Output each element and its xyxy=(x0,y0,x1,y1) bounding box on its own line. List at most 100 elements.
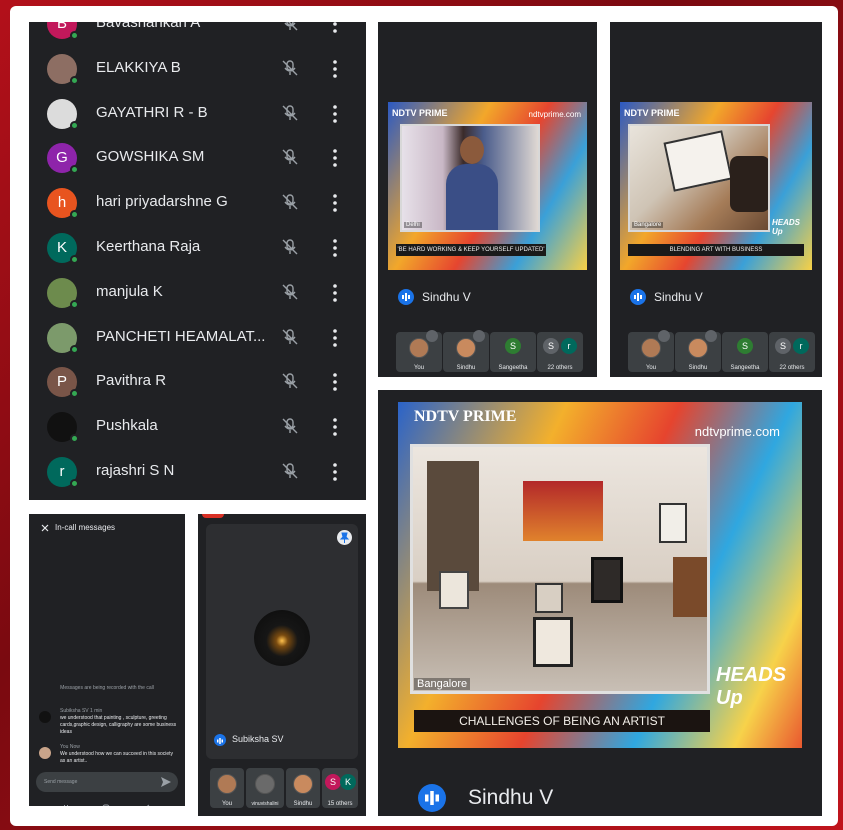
thumb-you[interactable]: You xyxy=(628,330,674,372)
participant-row[interactable]: manjula K xyxy=(29,272,366,317)
more-options-icon[interactable] xyxy=(329,192,341,214)
thumb-others[interactable]: S r 22 others xyxy=(537,332,583,372)
mic-off-icon[interactable] xyxy=(280,147,300,167)
participant-name: Pushkala xyxy=(96,417,158,435)
more-options-icon[interactable] xyxy=(329,371,341,393)
send-icon[interactable] xyxy=(160,776,172,788)
message-sender: Subiksha SV xyxy=(60,708,89,714)
send-message-input[interactable]: Send message xyxy=(36,772,178,792)
location-label: Bangalore xyxy=(414,678,471,690)
participant-row[interactable]: P Pavithra R xyxy=(29,361,366,406)
participant-row[interactable]: r rajashri S N xyxy=(29,451,366,496)
avatar: r xyxy=(47,457,79,488)
show-brand: HEADS Up xyxy=(772,218,801,236)
online-status-dot xyxy=(70,210,79,220)
thumb-vinuvishalini[interactable]: vinuvishalini xyxy=(246,768,284,808)
participant-name: rajashri S N xyxy=(96,462,175,479)
mic-off-icon[interactable] xyxy=(280,371,300,391)
avatar: K xyxy=(340,774,356,790)
participant-video-tile[interactable] xyxy=(206,524,358,759)
speaker-video-inset: Delhi xyxy=(400,124,540,232)
speaker-name: Sindhu V xyxy=(422,290,471,304)
participant-row[interactable]: PANCHETI HEAMALAT... xyxy=(29,317,366,362)
back-icon[interactable] xyxy=(145,804,150,806)
online-status-dot xyxy=(70,479,79,488)
meet-call-screen-2: NDTV PRIME Bangalore HEADS Up BLENDING A… xyxy=(610,22,822,377)
thumb-sangeetha[interactable]: S Sangeetha xyxy=(722,332,768,372)
speaker-name: Subiksha SV xyxy=(232,734,284,744)
painting xyxy=(439,571,469,609)
avatar xyxy=(641,338,661,358)
news-ticker: 'BE HARD WORKING & KEEP YOURSELF UPDATED… xyxy=(396,244,546,256)
participant-name: GAYATHRI R - B xyxy=(96,103,208,121)
shared-video-feed: NDTV PRIME Bangalore HEADS Up BLENDING A… xyxy=(620,102,812,270)
chair xyxy=(673,557,707,617)
participant-row[interactable]: B Bavashankari A xyxy=(29,22,366,48)
more-options-icon[interactable] xyxy=(329,103,341,125)
news-ticker: BLENDING ART WITH BUSINESS xyxy=(628,244,804,256)
avatar-initial: K xyxy=(56,239,67,256)
recents-icon[interactable] xyxy=(64,805,65,806)
thumb-sangeetha[interactable]: S Sangeetha xyxy=(490,332,536,372)
avatar xyxy=(39,711,51,723)
speaking-indicator-icon xyxy=(630,289,646,305)
thumb-you[interactable]: You xyxy=(210,768,244,808)
message-text: we understood that painting , sculpture,… xyxy=(60,715,177,735)
art-video-inset: Bangalore xyxy=(628,124,770,232)
avatar: h xyxy=(47,188,79,220)
meet-call-screen-3: Subiksha SV You vinuvishalini Sindhu S K… xyxy=(198,514,366,816)
more-options-icon[interactable] xyxy=(329,58,341,80)
avatar xyxy=(47,53,79,85)
more-options-icon[interactable] xyxy=(329,147,341,169)
mic-off-icon[interactable] xyxy=(280,58,300,78)
more-options-icon[interactable] xyxy=(329,327,341,349)
home-icon[interactable] xyxy=(102,804,110,806)
participant-row[interactable]: h hari priyadarshne G xyxy=(29,182,366,227)
mic-off-icon[interactable] xyxy=(280,103,300,123)
thumb-label: You xyxy=(645,365,657,371)
thumb-sindhu[interactable]: Sindhu xyxy=(286,768,320,808)
avatar xyxy=(47,277,79,309)
mic-off-icon[interactable] xyxy=(280,192,300,212)
avatar xyxy=(293,774,313,794)
thumb-label: Sindhu xyxy=(688,365,708,371)
participant-row[interactable]: Pushkala xyxy=(29,406,366,451)
speaking-indicator-icon xyxy=(398,289,414,305)
online-status-dot xyxy=(70,75,79,85)
avatar: G xyxy=(47,143,79,175)
mic-off-icon[interactable] xyxy=(280,22,300,33)
thumb-label: You xyxy=(221,801,233,807)
more-options-icon[interactable] xyxy=(329,237,341,259)
speaking-indicator-icon xyxy=(418,784,446,812)
mic-off-icon[interactable] xyxy=(280,237,300,257)
more-options-icon[interactable] xyxy=(329,461,341,483)
mic-off-icon[interactable] xyxy=(280,327,300,347)
avatar xyxy=(688,338,708,358)
mic-off-icon[interactable] xyxy=(280,282,300,302)
online-status-dot xyxy=(70,299,79,309)
more-options-icon[interactable] xyxy=(329,22,341,35)
participant-row[interactable]: GAYATHRI R - B xyxy=(29,93,366,138)
mic-off-icon[interactable] xyxy=(280,416,300,436)
thumb-sindhu[interactable]: Sindhu xyxy=(443,330,489,372)
participant-row[interactable]: K Keerthana Raja xyxy=(29,227,366,272)
show-brand: HEADS Up xyxy=(716,664,787,709)
thumb-others[interactable]: S r 22 others xyxy=(769,332,815,372)
avatar: r xyxy=(561,338,577,354)
avatar: S xyxy=(543,338,559,354)
more-options-icon[interactable] xyxy=(329,282,341,304)
thumb-others[interactable]: S K 15 others xyxy=(322,768,358,808)
mic-off-icon[interactable] xyxy=(280,461,300,481)
pin-icon[interactable] xyxy=(337,530,352,545)
online-status-dot xyxy=(70,389,79,399)
participant-row[interactable]: G GOWSHIKA SM xyxy=(29,137,366,182)
more-options-icon[interactable] xyxy=(329,416,341,438)
participant-row[interactable]: ELAKKIYA B xyxy=(29,48,366,93)
thumb-sindhu[interactable]: Sindhu xyxy=(675,330,721,372)
messages-title: In-call messages xyxy=(55,523,116,532)
avatar: S xyxy=(325,774,341,790)
online-status-dot xyxy=(70,165,79,175)
thumb-you[interactable]: You xyxy=(396,330,442,372)
in-call-messages-panel: In-call messages Messages are being reco… xyxy=(29,514,185,806)
channel-site: ndtvprime.com xyxy=(694,424,780,439)
